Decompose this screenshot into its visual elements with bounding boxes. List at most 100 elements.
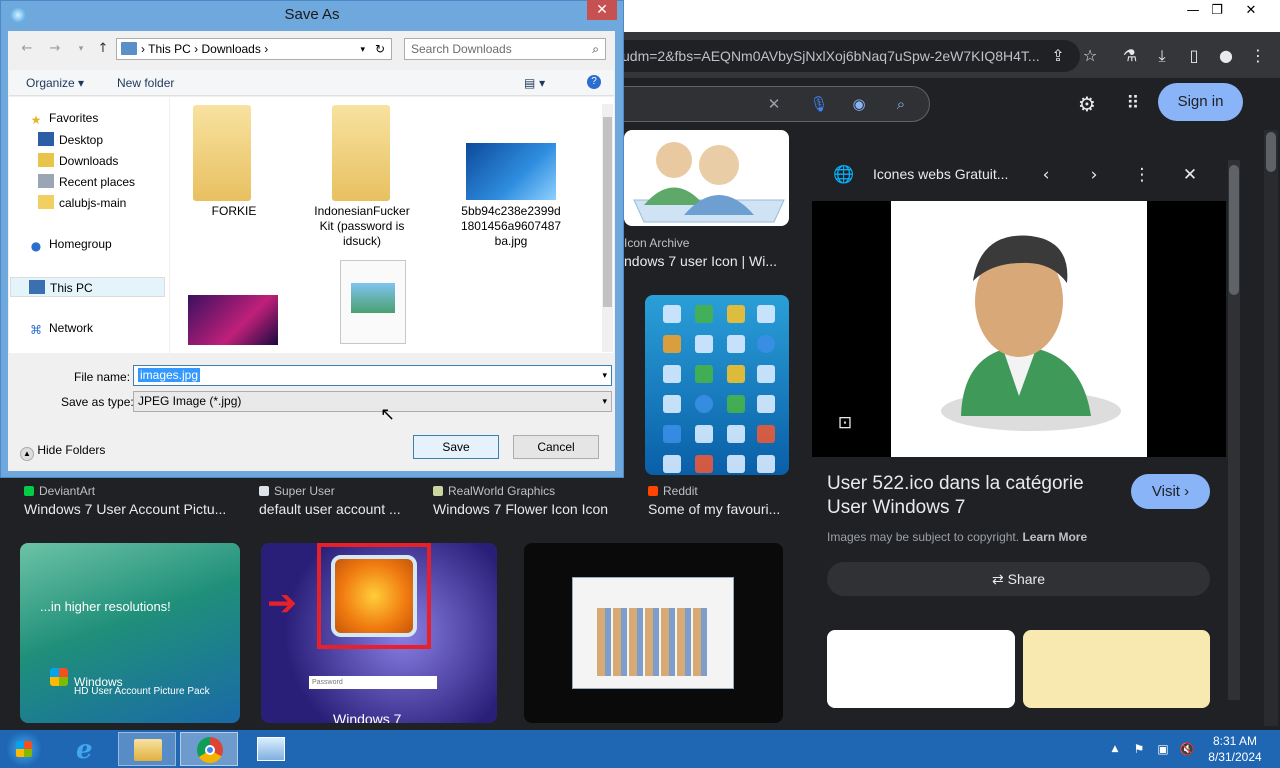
windows-logo-icon <box>50 668 68 686</box>
jpg-thumbnail[interactable] <box>466 143 556 200</box>
password-field-image: Password <box>309 676 437 689</box>
more-options-icon[interactable]: ⋮ <box>1131 164 1153 186</box>
save-button[interactable]: Save <box>413 435 499 459</box>
chevron-down-icon[interactable]: ▾ <box>602 392 607 411</box>
result-source: Icon Archive <box>624 236 690 250</box>
cancel-button[interactable]: Cancel <box>513 435 599 459</box>
learn-more-link[interactable]: Learn More <box>1022 530 1087 544</box>
action-center-flag-icon[interactable]: ⚑ <box>1130 740 1148 758</box>
chevron-right-icon[interactable]: › <box>1083 164 1105 186</box>
nav-calubjs-main[interactable]: calubjs-main <box>38 195 126 210</box>
result-title[interactable]: default user account ... <box>259 501 401 517</box>
system-clock[interactable]: 8:31 AM 8/31/2024 <box>1200 733 1270 765</box>
file-name-label: File name: <box>74 370 131 384</box>
nav-network[interactable]: ⌘ Network <box>28 321 93 337</box>
recent-dropdown-icon[interactable]: ▾ <box>72 40 90 58</box>
sign-in-button[interactable]: Sign in <box>1158 83 1243 121</box>
up-arrow-icon[interactable]: ↑ <box>94 40 112 58</box>
nav-homegroup[interactable]: ● Homegroup <box>28 237 112 253</box>
related-thumb[interactable] <box>827 630 1015 708</box>
result-source: Super User <box>259 484 335 498</box>
bookmark-star-icon[interactable]: ☆ <box>1078 44 1102 68</box>
folder-indonesian-icon[interactable] <box>332 105 390 201</box>
page-scrollbar[interactable] <box>1264 130 1278 726</box>
address-dropdown-icon[interactable]: ▾ <box>360 39 365 59</box>
result-title[interactable]: Some of my favouri... <box>648 501 780 517</box>
share-page-icon[interactable]: ⇪ <box>1046 44 1070 68</box>
visit-button[interactable]: Visit › <box>1131 474 1210 509</box>
dialog-close-button[interactable]: ✕ <box>587 0 617 20</box>
result-thumb-user-icon[interactable] <box>624 130 789 226</box>
file-name[interactable]: IndonesianFucker Kit (password is idsuck… <box>312 204 412 249</box>
help-icon[interactable]: ? <box>587 75 601 89</box>
result-title[interactable]: ndows 7 user Icon | Wi... <box>624 253 777 269</box>
profile-icon[interactable]: ● <box>1214 44 1238 68</box>
picture-preview <box>351 283 395 313</box>
back-arrow-icon[interactable]: ← <box>18 40 36 58</box>
result-thumb-screenshot[interactable] <box>524 543 783 723</box>
image-file-icon[interactable] <box>340 260 406 344</box>
download-icon[interactable]: ⤓ <box>1150 44 1174 68</box>
taskbar-chrome[interactable] <box>180 732 238 766</box>
lens-search-icon[interactable]: ⊡ <box>834 412 856 434</box>
hide-folders-toggle[interactable]: ▲ Hide Folders <box>20 443 105 461</box>
chevron-down-icon[interactable]: ▾ <box>602 366 607 385</box>
taskbar-file-explorer[interactable] <box>118 732 176 766</box>
breadcrumb-this-pc[interactable]: This PC <box>148 42 191 56</box>
search-icon[interactable]: ⌕ <box>890 93 912 115</box>
apps-grid-icon[interactable]: ⠿ <box>1122 93 1144 115</box>
start-button[interactable] <box>6 731 42 767</box>
share-button[interactable]: ⇄ Share <box>827 562 1210 596</box>
result-thumb-icon-grid[interactable] <box>645 295 789 475</box>
save-type-select[interactable]: JPEG Image (*.jpg) ▾ <box>133 391 612 412</box>
file-name-input[interactable]: images.jpg ▾ <box>133 365 612 386</box>
related-thumb[interactable] <box>1023 630 1210 708</box>
close-window-button[interactable]: ✕ <box>1234 0 1268 22</box>
breadcrumb-downloads[interactable]: Downloads <box>201 42 260 56</box>
close-panel-icon[interactable]: ✕ <box>1179 164 1201 186</box>
restore-button[interactable]: ❐ <box>1200 0 1234 22</box>
volume-muted-icon[interactable]: 🔇 <box>1178 740 1196 758</box>
chrome-icon <box>197 737 223 763</box>
result-thumb-flower[interactable]: ➔ Password Windows 7 <box>261 543 497 723</box>
panel-scroll-thumb[interactable] <box>1229 165 1239 295</box>
image-thumbnail[interactable] <box>188 295 278 345</box>
nav-downloads[interactable]: Downloads <box>38 153 118 168</box>
file-name[interactable]: FORKIE <box>184 204 284 219</box>
panel-image-title[interactable]: User 522.ico dans la catégorie User Wind… <box>827 472 1127 520</box>
folder-forkie-icon[interactable] <box>193 105 251 201</box>
result-title[interactable]: Windows 7 User Account Pictu... <box>24 501 226 517</box>
nav-favorites[interactable]: ★ Favorites <box>28 111 99 127</box>
view-options-icon[interactable]: ▤ ▾ <box>524 76 545 90</box>
search-downloads-input[interactable]: Search Downloads ⌕ <box>404 38 606 60</box>
chrome-menu-icon[interactable]: ⋮ <box>1246 44 1270 68</box>
page-scroll-thumb[interactable] <box>1266 132 1276 172</box>
panel-site-name[interactable]: Icones webs Gratuit... <box>873 166 1008 182</box>
forward-arrow-icon[interactable]: → <box>46 40 64 58</box>
nav-desktop[interactable]: Desktop <box>38 132 103 147</box>
result-thumb-hd-pack[interactable]: ...in higher resolutions! Windows HD Use… <box>20 543 240 723</box>
network-tray-icon[interactable]: ▣ <box>1154 740 1172 758</box>
chevron-left-icon[interactable]: ‹ <box>1035 164 1057 186</box>
side-panel-icon[interactable]: ▯ <box>1182 44 1206 68</box>
file-name[interactable]: 5bb94c238e2399d 1801456a9607487 ba.jpg <box>460 204 562 249</box>
voice-search-icon[interactable]: 🎙 <box>808 93 830 115</box>
nav-recent-places[interactable]: Recent places <box>38 174 135 189</box>
address-bar[interactable]: udm=2&fbs=AEQNm0AVbySjNxlXoj6bNaq7uSpw-2… <box>600 40 1080 72</box>
window-preview <box>572 577 734 689</box>
new-folder-button[interactable]: New folder <box>117 76 174 90</box>
taskbar-control-panel[interactable] <box>242 732 300 766</box>
address-breadcrumb[interactable]: › This PC › Downloads › ▾ ↻ <box>116 38 392 60</box>
extensions-icon[interactable]: ⚗ <box>1118 44 1142 68</box>
show-hidden-icons[interactable]: ▲ <box>1106 740 1124 758</box>
result-title[interactable]: Windows 7 Flower Icon Icon <box>433 501 608 517</box>
lens-search-icon[interactable]: ◉ <box>848 93 870 115</box>
taskbar-internet-explorer[interactable]: e <box>60 732 118 766</box>
file-pane-scroll-thumb[interactable] <box>603 117 612 307</box>
settings-gear-icon[interactable]: ⚙ <box>1076 93 1098 115</box>
refresh-icon[interactable]: ↻ <box>375 39 385 59</box>
nav-this-pc[interactable]: This PC <box>10 277 165 297</box>
clear-search-icon[interactable]: ✕ <box>763 93 785 115</box>
preview-image[interactable] <box>891 201 1147 457</box>
organize-menu[interactable]: Organize ▾ <box>26 76 84 90</box>
